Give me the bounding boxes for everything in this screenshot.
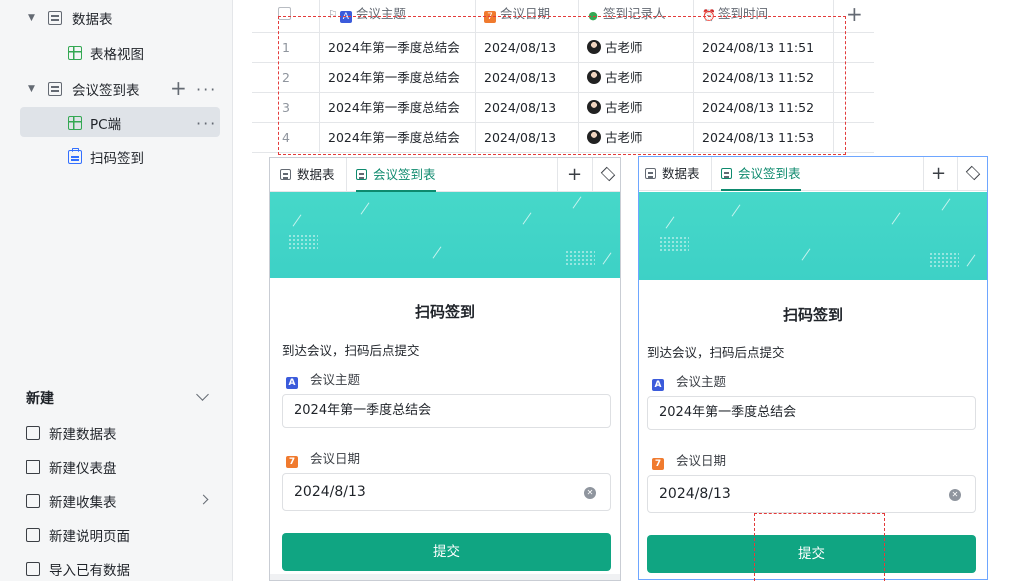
label-text: 会议日期 <box>676 453 727 468</box>
tree-item-meeting-signin[interactable]: ▼ 会议签到表 + ··· <box>0 73 233 105</box>
form-icon <box>68 148 82 164</box>
add-icon[interactable]: + <box>170 76 189 100</box>
form-banner <box>639 192 987 280</box>
new-datasheet-button[interactable]: 新建数据表 <box>26 422 117 444</box>
new-dashboard-button[interactable]: 新建仪表盘 <box>26 456 117 478</box>
tab-label: 数据表 <box>297 167 335 182</box>
tab-meeting-signin[interactable]: 会议签到表 <box>356 158 436 192</box>
grid-view-icon <box>68 116 82 130</box>
tab-datasheet[interactable]: 数据表 <box>645 157 700 191</box>
form-icon <box>26 494 40 508</box>
annotation-highlight-submit <box>754 513 885 581</box>
dashboard-icon <box>26 460 40 474</box>
annotation-highlight-table <box>278 16 846 155</box>
tree-item-scan-signin[interactable]: 扫码签到 <box>0 141 233 173</box>
tab-label: 会议签到表 <box>373 167 436 182</box>
tree-item-label: 表格视图 <box>90 47 144 63</box>
layers-icon[interactable] <box>965 165 981 181</box>
date-field-icon: 7 <box>652 458 664 470</box>
panel-bottom <box>270 574 620 580</box>
datasheet-icon <box>48 82 62 96</box>
form-description: 到达会议，扫码后点提交 <box>282 343 420 358</box>
datasheet-icon <box>645 168 656 179</box>
chevron-right-icon[interactable] <box>198 494 209 505</box>
label-text: 会议主题 <box>310 372 361 387</box>
datasheet-icon <box>26 426 40 440</box>
date-input[interactable]: 2024/8/13 ✕ <box>282 473 611 511</box>
date-input[interactable]: 2024/8/13 ✕ <box>647 475 976 513</box>
more-icon[interactable]: ··· <box>196 80 217 99</box>
tree-item-pc[interactable]: PC端 ··· <box>0 107 233 139</box>
datasheet-icon <box>356 169 367 180</box>
field-label-date: 7 会议日期 <box>286 448 360 468</box>
topic-input[interactable]: 2024年第一季度总结会 <box>647 396 976 430</box>
topic-input[interactable]: 2024年第一季度总结会 <box>282 394 611 428</box>
new-section-title: 新建 <box>26 391 54 407</box>
field-label-topic: A 会议主题 <box>286 369 360 389</box>
more-icon[interactable]: ··· <box>196 114 217 133</box>
add-icon[interactable]: + <box>567 164 582 185</box>
datasheet-icon <box>48 11 62 25</box>
tab-datasheet[interactable]: 数据表 <box>280 158 335 192</box>
clear-icon[interactable]: ✕ <box>584 487 596 499</box>
new-item-label: 新建收集表 <box>49 495 117 511</box>
layers-icon[interactable] <box>600 166 616 182</box>
tab-label: 数据表 <box>662 166 700 181</box>
form-title: 扫码签到 <box>414 303 475 321</box>
new-item-label: 新建数据表 <box>49 427 117 443</box>
panel-tabs: 数据表 会议签到表 + <box>639 157 987 191</box>
import-data-button[interactable]: 导入已有数据 <box>26 558 130 580</box>
label-text: 会议主题 <box>676 374 727 389</box>
document-icon <box>26 528 40 542</box>
new-doc-page-button[interactable]: 新建说明页面 <box>26 524 130 546</box>
date-field-icon: 7 <box>286 456 298 468</box>
tab-label: 会议签到表 <box>738 166 801 181</box>
text-field-icon: A <box>286 377 298 389</box>
tree-item-datasheet[interactable]: ▼ 数据表 <box>0 2 233 34</box>
new-item-label: 新建说明页面 <box>49 529 130 545</box>
expand-arrow-icon[interactable]: ▼ <box>28 84 35 94</box>
datasheet-icon <box>721 168 732 179</box>
collapse-chevron-icon[interactable] <box>196 388 209 401</box>
form-banner <box>270 192 620 278</box>
form-title: 扫码签到 <box>782 306 843 324</box>
text-field-icon: A <box>652 379 664 391</box>
new-item-label: 新建仪表盘 <box>49 461 117 477</box>
grid-view-icon <box>68 46 82 60</box>
tree-item-label: 数据表 <box>72 12 113 28</box>
clear-icon[interactable]: ✕ <box>949 489 961 501</box>
expand-arrow-icon[interactable]: ▼ <box>28 13 35 23</box>
tree-item-label: PC端 <box>90 117 122 133</box>
new-item-label: 导入已有数据 <box>49 563 130 579</box>
label-text: 会议日期 <box>310 451 361 466</box>
panel-tabs: 数据表 会议签到表 + <box>270 158 620 192</box>
form-preview-left: 数据表 会议签到表 + 扫码签到 到达会议，扫码后点提交 A 会议主题 2024年… <box>269 157 621 581</box>
tree-item-label: 会议签到表 <box>72 83 140 99</box>
sidebar: ▼ 数据表 表格视图 ▼ 会议签到表 + ··· PC端 ··· 扫码签到 新建… <box>0 0 233 581</box>
import-icon <box>26 562 40 576</box>
submit-button[interactable]: 提交 <box>282 533 611 571</box>
field-label-date: 7 会议日期 <box>652 450 726 470</box>
date-value: 2024/8/13 <box>659 486 731 502</box>
form-description: 到达会议，扫码后点提交 <box>647 345 785 360</box>
tab-meeting-signin[interactable]: 会议签到表 <box>721 157 801 191</box>
tree-item-grid-view[interactable]: 表格视图 <box>0 37 233 69</box>
datasheet-icon <box>280 169 291 180</box>
date-value: 2024/8/13 <box>294 484 366 500</box>
new-form-button[interactable]: 新建收集表 <box>26 490 117 512</box>
field-label-topic: A 会议主题 <box>652 371 726 391</box>
tree-item-label: 扫码签到 <box>90 151 144 167</box>
add-icon[interactable]: + <box>931 163 946 184</box>
